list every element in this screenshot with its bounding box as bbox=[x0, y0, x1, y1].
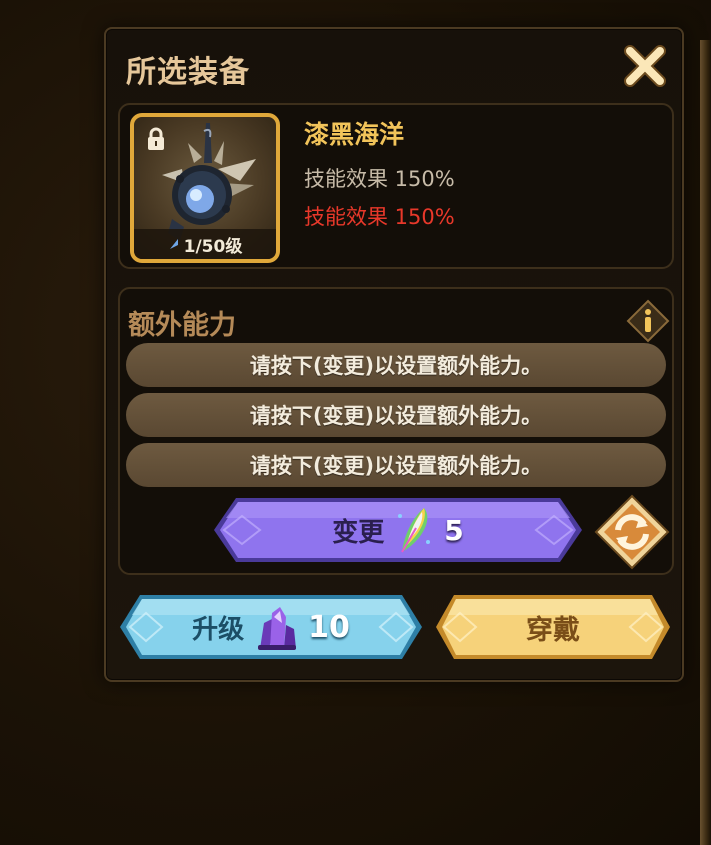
extra-ability-section: 额外能力 请按下(变更)以设置额外能力。 请按下(变更)以设置额外能力。 请按下… bbox=[118, 287, 674, 575]
extra-ability-slot-3[interactable]: 请按下(变更)以设置额外能力。 bbox=[126, 443, 666, 487]
item-level-bar: 1/50级 bbox=[134, 229, 276, 259]
stat-next: 技能效果 150% bbox=[304, 205, 455, 229]
close-button[interactable] bbox=[622, 43, 668, 89]
stat-current: 技能效果 150% bbox=[304, 167, 455, 191]
level-arrow-icon bbox=[169, 239, 178, 249]
upgrade-cost: 10 bbox=[308, 609, 350, 645]
info-icon[interactable] bbox=[626, 299, 670, 343]
equip-button-label: 穿戴 bbox=[526, 614, 580, 646]
rainbow-feather-icon bbox=[398, 508, 431, 553]
item-level: 1/50级 bbox=[183, 236, 243, 257]
lock-icon bbox=[148, 127, 164, 150]
extra-ability-slot-2[interactable]: 请按下(变更)以设置额外能力。 bbox=[126, 393, 666, 437]
change-button-label: 变更 bbox=[332, 517, 385, 548]
refresh-icon[interactable] bbox=[594, 494, 670, 570]
change-button[interactable]: 变更 5 bbox=[212, 494, 584, 566]
change-cost: 5 bbox=[444, 513, 464, 547]
equip-button[interactable]: 穿戴 bbox=[434, 591, 672, 663]
item-name: 漆黑海洋 bbox=[304, 120, 405, 149]
purple-crystal-icon bbox=[258, 607, 297, 650]
background-panel-edge bbox=[700, 40, 711, 845]
selected-equipment-panel: 所选装备 1/50级 漆黑海洋 技能效果 150% 技能效果 150% 额外能力… bbox=[104, 27, 684, 682]
equipment-slot[interactable]: 1/50级 bbox=[130, 113, 280, 263]
extra-ability-slot-1[interactable]: 请按下(变更)以设置额外能力。 bbox=[126, 343, 666, 387]
upgrade-button[interactable]: 升级 10 bbox=[118, 591, 424, 663]
close-x-icon bbox=[624, 45, 666, 87]
extra-ability-title: 额外能力 bbox=[128, 310, 236, 341]
panel-title: 所选装备 bbox=[126, 55, 250, 90]
equipment-card: 1/50级 漆黑海洋 技能效果 150% 技能效果 150% bbox=[118, 103, 674, 269]
upgrade-button-label: 升级 bbox=[192, 614, 245, 645]
